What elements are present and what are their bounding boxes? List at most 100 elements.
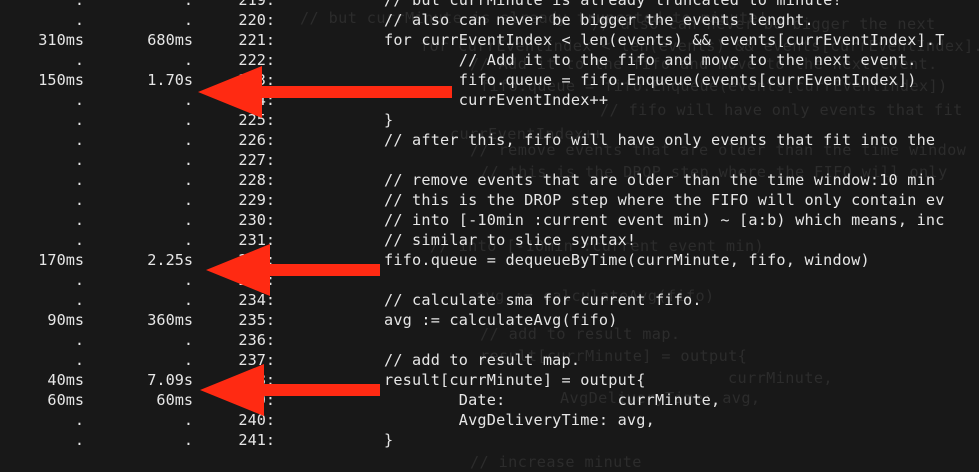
flat-time: . — [74, 211, 84, 229]
code-row: .. 233: — [0, 270, 979, 290]
flat-time: 60ms — [47, 391, 84, 409]
flat-time: . — [74, 131, 84, 149]
source-code: } — [384, 111, 394, 129]
profiler-listing: .. 219: // but currMinute is already trunc… — [0, 0, 979, 450]
cum-time: . — [183, 51, 193, 69]
cum-time: . — [183, 11, 193, 29]
line-number: 220: — [238, 11, 275, 29]
line-number: 226: — [238, 131, 275, 149]
flat-time: . — [74, 411, 84, 429]
flat-time: . — [74, 0, 84, 9]
code-row: 150ms 1.70s 223: fifo.queue = fifo.Enqueue… — [0, 70, 979, 90]
flat-time: . — [74, 271, 84, 289]
source-code: AvgDeliveryTime: avg, — [384, 411, 655, 429]
cum-time: . — [183, 211, 193, 229]
source-code: fifo.queue = dequeueByTime(currMinute, f… — [384, 251, 870, 269]
cum-time: . — [183, 0, 193, 9]
line-number: 228: — [238, 171, 275, 189]
code-row: .. 219: // but currMinute is already trunc… — [0, 0, 979, 10]
line-number: 225: — [238, 111, 275, 129]
code-row: 170ms 2.25s 232: fifo.queue = dequeueByTime… — [0, 250, 979, 270]
cum-time: . — [183, 111, 193, 129]
flat-time: . — [74, 231, 84, 249]
line-number: 240: — [238, 411, 275, 429]
source-code: for currEventIndex < len(events) && even… — [384, 31, 945, 49]
source-code: // remove events that are older than the… — [384, 171, 936, 189]
code-row: .. 236: — [0, 330, 979, 350]
flat-time: . — [74, 111, 84, 129]
line-number: 236: — [238, 331, 275, 349]
cum-time: 360ms — [147, 311, 193, 329]
line-number: 219: — [238, 0, 275, 9]
source-code: // add to result map. — [384, 351, 581, 369]
cum-time: . — [183, 291, 193, 309]
code-row: .. 229: // this is the DROP step where the… — [0, 190, 979, 210]
cum-time: . — [183, 91, 193, 109]
line-number: 222: — [238, 51, 275, 69]
code-row: .. 225:} — [0, 110, 979, 130]
flat-time: 310ms — [38, 31, 84, 49]
cum-time: . — [183, 431, 193, 449]
cum-time: 2.25s — [147, 251, 193, 269]
line-number: 241: — [238, 431, 275, 449]
cum-time: . — [183, 171, 193, 189]
source-code: } — [384, 431, 394, 449]
flat-time: . — [74, 331, 84, 349]
line-number: 234: — [238, 291, 275, 309]
cum-time: . — [183, 231, 193, 249]
code-row: .. 234: // calculate sma for current fifo. — [0, 290, 979, 310]
flat-time: . — [74, 291, 84, 309]
flat-time: . — [74, 431, 84, 449]
line-number: 227: — [238, 151, 275, 169]
ghost-line: // increase minute — [470, 453, 642, 471]
cum-time: 1.70s — [147, 71, 193, 89]
source-code: // Add it to the fifo and move to the ne… — [384, 51, 917, 69]
line-number: 238: — [238, 371, 275, 389]
code-row: 60ms 60ms 239: Date: currMinute, — [0, 390, 979, 410]
flat-time: . — [74, 351, 84, 369]
cum-time: . — [183, 331, 193, 349]
line-number: 229: — [238, 191, 275, 209]
source-code: avg := calculateAvg(fifo) — [384, 311, 618, 329]
code-row: 40ms 7.09s 238: result[currMinute] = output… — [0, 370, 979, 390]
source-code: // similar to slice syntax! — [384, 231, 637, 249]
cum-time: . — [183, 191, 193, 209]
cum-time: . — [183, 131, 193, 149]
code-row: .. 227: — [0, 150, 979, 170]
source-code: // into [-10min :current event min) ~ [a… — [384, 211, 945, 229]
cum-time: 7.09s — [147, 371, 193, 389]
source-code: // but currMinute is already truncated t… — [384, 0, 842, 9]
source-code: currEventIndex++ — [384, 91, 609, 109]
cum-time: 680ms — [147, 31, 193, 49]
line-number: 230: — [238, 211, 275, 229]
flat-time: 150ms — [38, 71, 84, 89]
flat-time: . — [74, 151, 84, 169]
code-row: .. 237: // add to result map. — [0, 350, 979, 370]
code-row: .. 222: // Add it to the fifo and move to… — [0, 50, 979, 70]
cum-time: . — [183, 351, 193, 369]
code-row: .. 224: currEventIndex++ — [0, 90, 979, 110]
flat-time: 90ms — [47, 311, 84, 329]
source-code: // after this, fifo will have only event… — [384, 131, 936, 149]
cum-time: . — [183, 151, 193, 169]
flat-time: 40ms — [47, 371, 84, 389]
code-row: .. 228: // remove events that are older th… — [0, 170, 979, 190]
source-code: // calculate sma for current fifo. — [384, 291, 702, 309]
code-row: .. 231: // similar to slice syntax! — [0, 230, 979, 250]
line-number: 223: — [238, 71, 275, 89]
source-code: Date: currMinute, — [384, 391, 721, 409]
cum-time: . — [183, 271, 193, 289]
flat-time: . — [74, 191, 84, 209]
code-row: 310ms 680ms 221: for currEventIndex < len(e… — [0, 30, 979, 50]
code-row: .. 240: AvgDeliveryTime: avg, — [0, 410, 979, 430]
flat-time: . — [74, 11, 84, 29]
cum-time: 60ms — [156, 391, 193, 409]
source-code: // also can never be bigger the events l… — [384, 11, 814, 29]
line-number: 232: — [238, 251, 275, 269]
code-row: .. 230: // into [-10min :current event min… — [0, 210, 979, 230]
line-number: 231: — [238, 231, 275, 249]
code-row: .. 226: // after this, fifo will have only… — [0, 130, 979, 150]
cum-time: . — [183, 411, 193, 429]
code-row: .. 220: // also can never be bigger the ev… — [0, 10, 979, 30]
line-number: 233: — [238, 271, 275, 289]
